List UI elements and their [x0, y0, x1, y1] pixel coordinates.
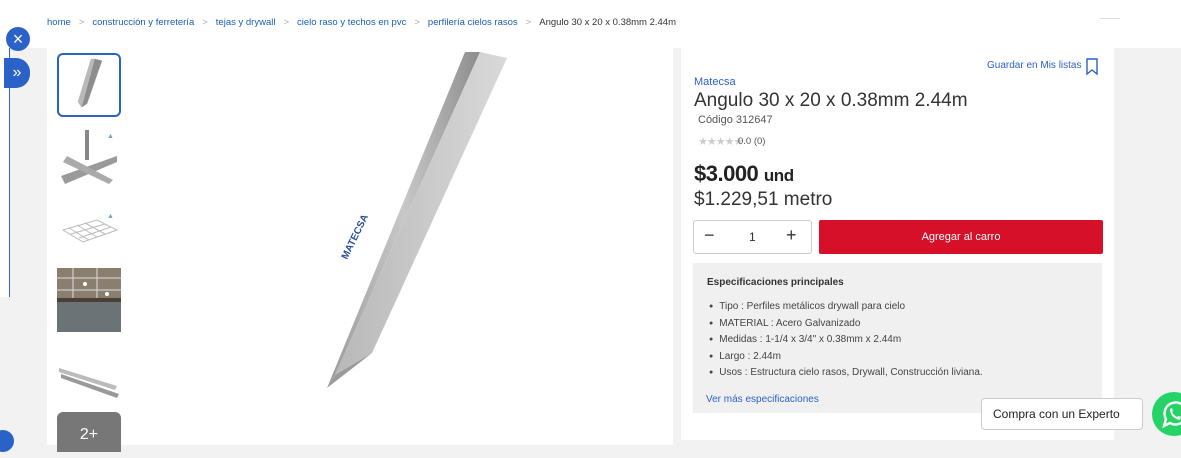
- thumbnail-installed-ceiling[interactable]: [57, 268, 121, 332]
- product-gallery: ▲ ▲ 2+ MATECSA: [47, 48, 673, 452]
- specs-list: Tipo : Perfiles metálicos drywall para c…: [709, 301, 983, 384]
- product-details: Guardar en Mis listas Matecsa Angulo 30 …: [681, 44, 1114, 440]
- whatsapp-icon[interactable]: [1150, 390, 1181, 438]
- rating-stars-icon[interactable]: ★★★★★: [698, 135, 743, 148]
- breadcrumb-construccion[interactable]: construcción y ferretería: [92, 17, 194, 28]
- breadcrumb-tejas[interactable]: tejas y drywall: [216, 17, 276, 28]
- top-bar: home > construcción y ferretería > tejas y d…: [0, 0, 1181, 48]
- thumbnail-ceiling-diagram[interactable]: ▲: [57, 126, 121, 190]
- spec-item: Usos : Estructura cielo rasos, Drywall, …: [709, 367, 982, 384]
- thumbnail-grid-diagram[interactable]: ▲: [57, 198, 121, 262]
- more-images-button[interactable]: 2+: [57, 412, 121, 452]
- brand-stamp: MATECSA: [340, 213, 371, 262]
- breadcrumb-separator: >: [414, 17, 420, 28]
- breadcrumb-home[interactable]: home: [47, 17, 71, 28]
- breadcrumb-separator: >: [283, 17, 290, 28]
- thumbnail-angle[interactable]: [57, 53, 121, 117]
- bookmark-icon[interactable]: [1085, 58, 1099, 76]
- more-specs-link[interactable]: Ver más especificaciones: [706, 394, 819, 405]
- decrease-quantity-button[interactable]: −: [704, 225, 715, 246]
- breadcrumb: home > construcción y ferretería > tejas y d…: [47, 17, 676, 28]
- specs-title: Especificaciones principales: [707, 277, 844, 288]
- spec-item: Medidas : 1-1/4 x 3/4" x 0.38mm x 2.44m: [709, 334, 983, 351]
- svg-text:▲: ▲: [107, 133, 114, 140]
- close-icon[interactable]: ×: [6, 27, 30, 51]
- breadcrumb-cielo-raso[interactable]: cielo raso y techos en pvc: [297, 17, 406, 28]
- spec-item: Largo : 2.44m: [709, 351, 983, 368]
- product-title: Angulo 30 x 20 x 0.38mm 2.44m: [694, 90, 968, 111]
- spec-item: MATERIAL : Acero Galvanizado: [709, 318, 983, 335]
- panel-toggle-button[interactable]: [0, 430, 14, 452]
- divider: [1100, 18, 1120, 19]
- quantity-value[interactable]: 1: [749, 230, 756, 244]
- thumbnail-profiles[interactable]: [57, 340, 121, 404]
- price-unit: und: [763, 166, 794, 185]
- breadcrumb-separator: >: [78, 17, 85, 28]
- increase-quantity-button[interactable]: +: [786, 225, 797, 246]
- spec-item: Tipo : Perfiles metálicos drywall para c…: [709, 301, 983, 318]
- product-image: MATECSA: [327, 52, 507, 388]
- breadcrumb-separator: >: [202, 17, 208, 28]
- product-brand[interactable]: Matecsa: [694, 76, 736, 88]
- svg-text:▲: ▲: [107, 213, 114, 220]
- price-value: $3.000: [694, 161, 759, 186]
- breadcrumb-separator: >: [525, 17, 532, 28]
- price-per-metro: $1.229,51 metro: [694, 189, 833, 210]
- save-to-list-link[interactable]: Guardar en Mis listas: [987, 60, 1081, 71]
- product-code: Código 312647: [698, 114, 773, 126]
- expand-icon[interactable]: »: [4, 58, 30, 88]
- rating-value: 0.0 (0): [738, 136, 766, 147]
- main-specs: Especificaciones principales Tipo : Perf…: [693, 263, 1102, 413]
- quantity-stepper: − 1 +: [693, 220, 812, 254]
- breadcrumb-current: Angulo 30 x 20 x 0.38mm 2.44m: [539, 17, 677, 28]
- breadcrumb-perfileria[interactable]: perfilería cielos rasos: [428, 17, 518, 28]
- add-to-cart-button[interactable]: Agregar al carro: [819, 220, 1103, 254]
- price: $3.000 und: [694, 161, 794, 187]
- expert-chat-label[interactable]: Compra con un Experto: [981, 398, 1143, 430]
